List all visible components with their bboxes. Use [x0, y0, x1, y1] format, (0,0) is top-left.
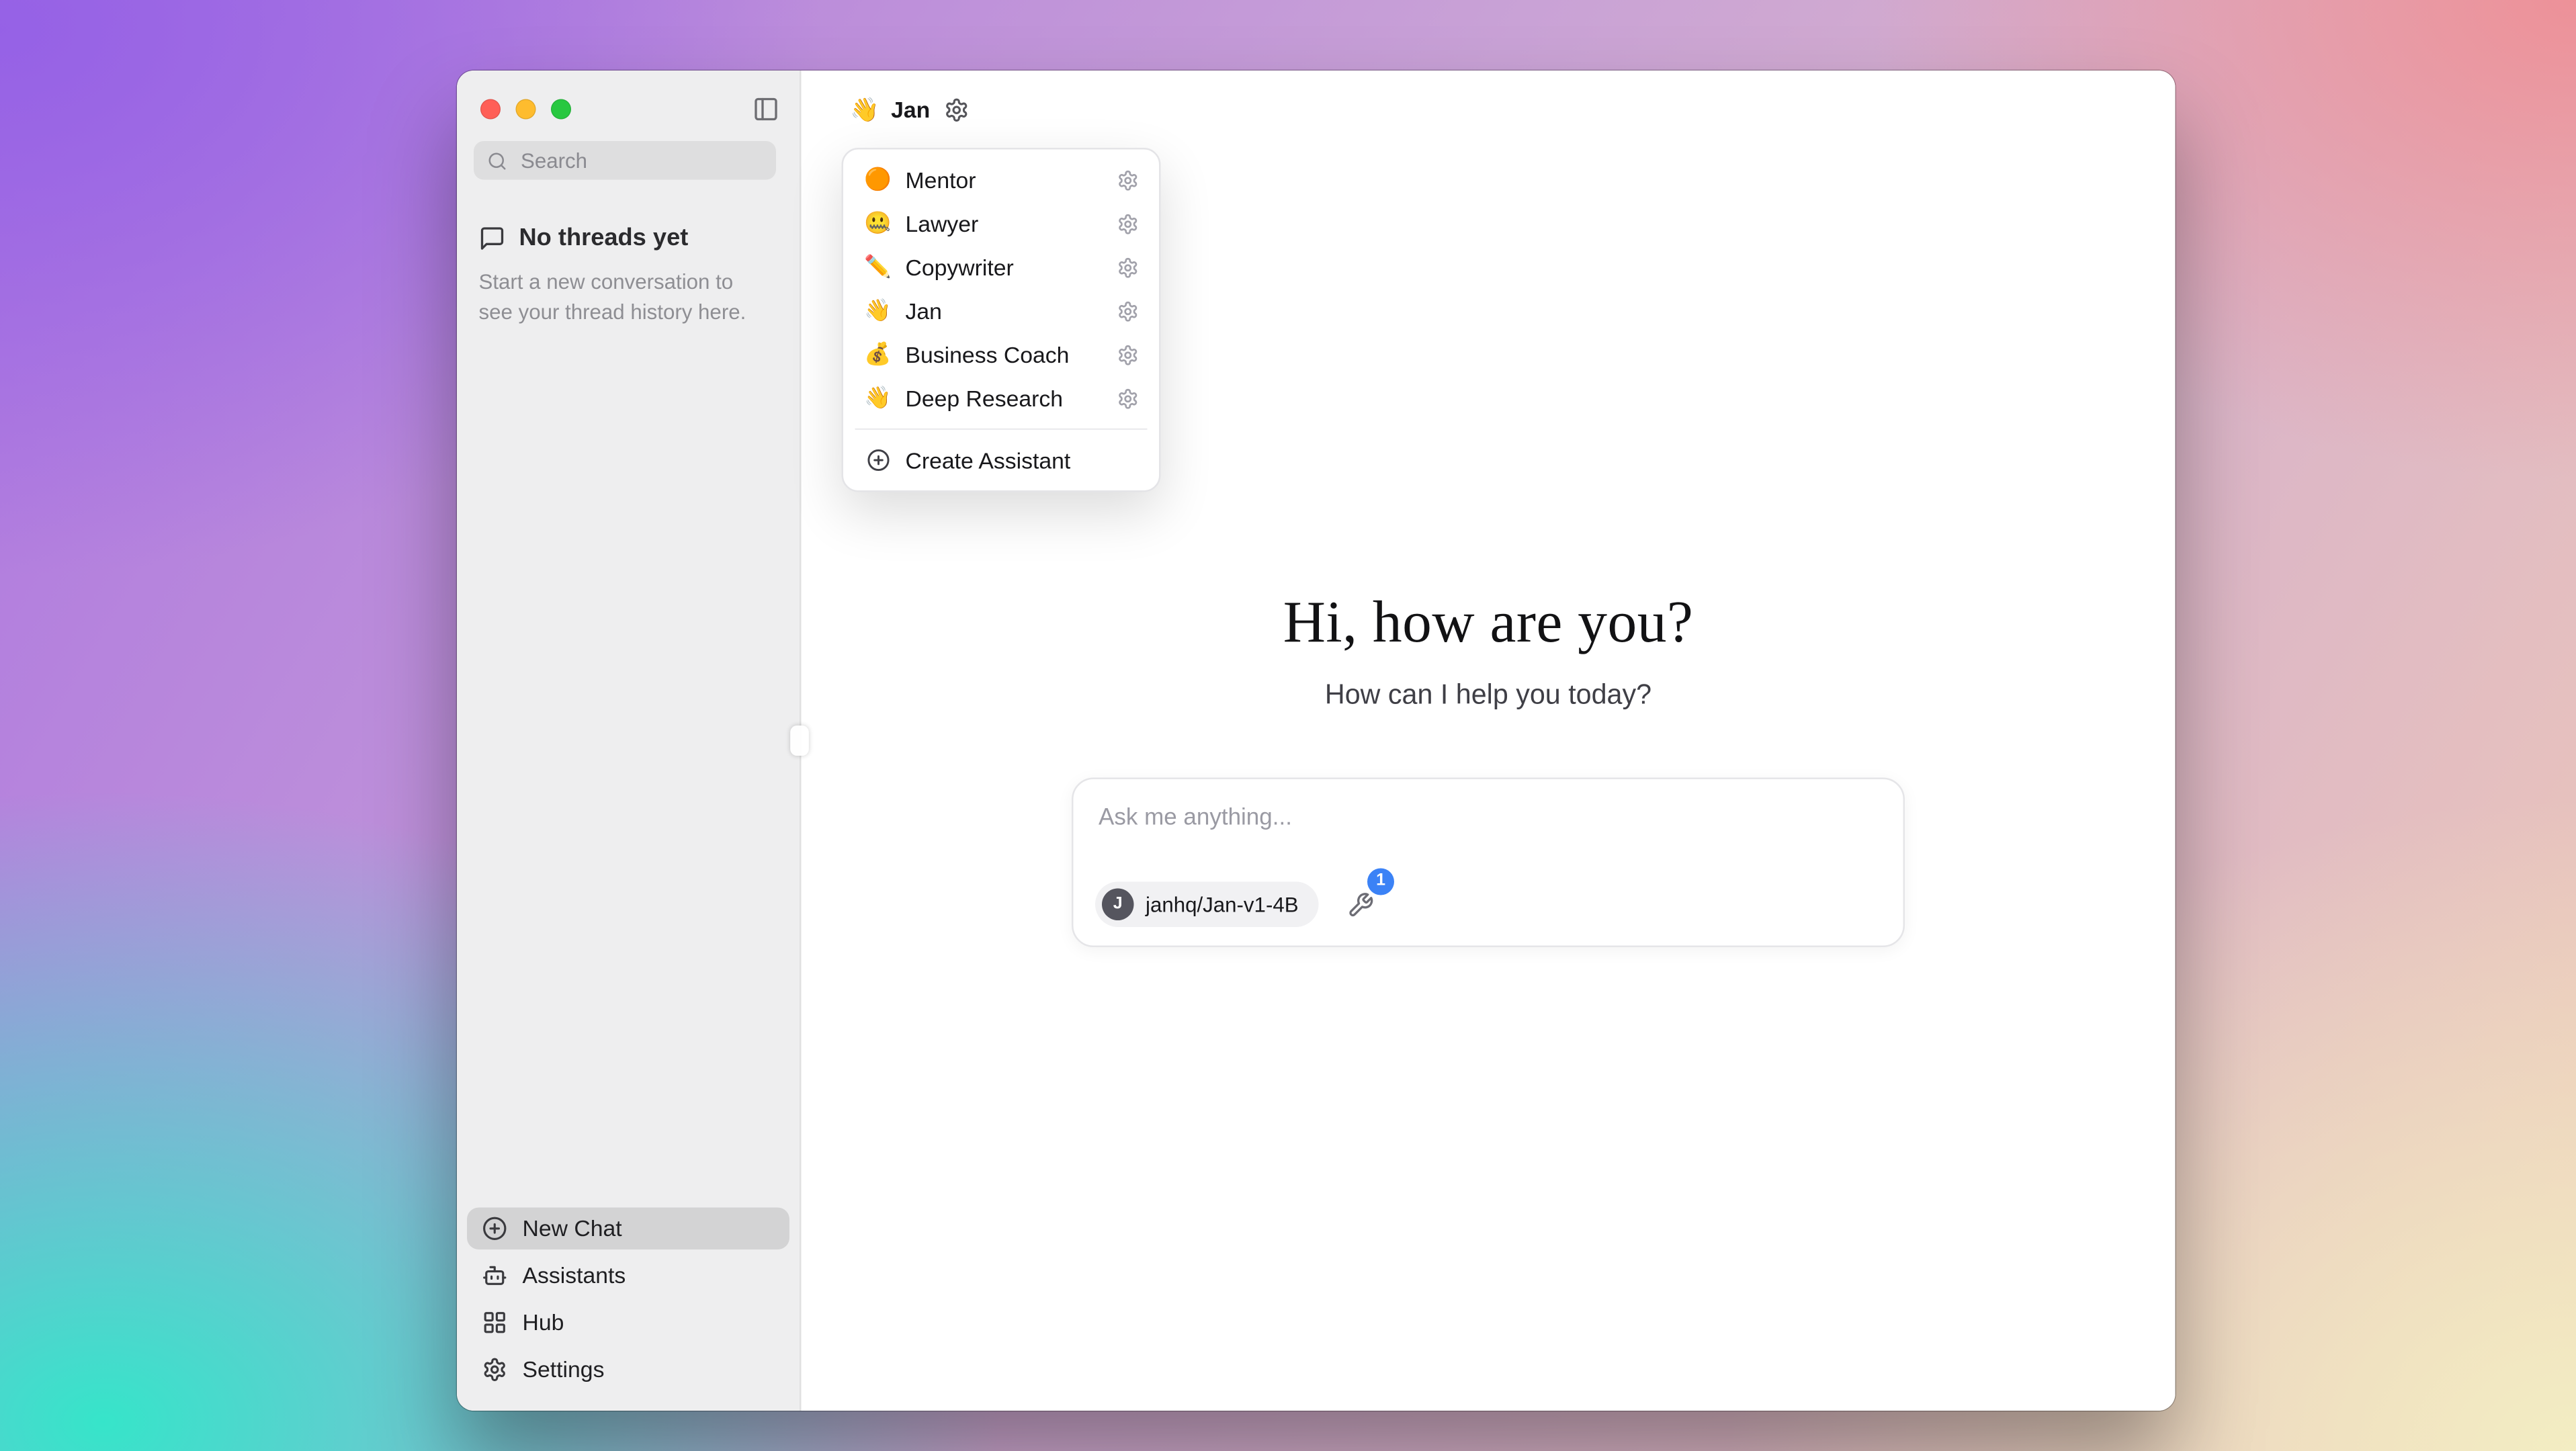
create-assistant-label: Create Assistant — [906, 447, 1140, 473]
nav-item-label: New Chat — [523, 1216, 622, 1241]
assistant-menu-item-mentor[interactable]: 🟠 Mentor — [852, 158, 1151, 202]
tools-button[interactable]: 1 — [1344, 887, 1377, 921]
assistant-item-label: Business Coach — [906, 342, 1104, 367]
assistant-item-label: Lawyer — [906, 211, 1104, 236]
assistant-menu-item-copywriter[interactable]: ✏️ Copywriter — [852, 245, 1151, 289]
assistant-name: Jan — [891, 97, 930, 122]
assistant-menu: 🟠 Mentor 🤐 Lawyer ✏️ Copywriter 👋 Jan — [842, 148, 1161, 492]
desktop-background: No threads yet Start a new conversation … — [0, 0, 2576, 1451]
app-window: No threads yet Start a new conversation … — [457, 71, 2176, 1411]
circle-plus-icon — [482, 1216, 508, 1241]
sidebar: No threads yet Start a new conversation … — [457, 71, 800, 1411]
bot-icon — [482, 1263, 508, 1288]
assistant-emoji: 👋 — [850, 95, 879, 124]
assistant-item-emoji: 👋 — [863, 385, 892, 412]
assistant-menu-item-lawyer[interactable]: 🤐 Lawyer — [852, 202, 1151, 245]
tools-count-badge: 1 — [1367, 867, 1394, 894]
model-selector[interactable]: J janhq/Jan-v1-4B — [1095, 882, 1319, 928]
sidebar-item-hub[interactable]: Hub — [467, 1302, 789, 1344]
sidebar-item-assistants[interactable]: Assistants — [467, 1255, 789, 1297]
assistant-item-gear-icon[interactable] — [1117, 212, 1140, 234]
close-button[interactable] — [480, 99, 501, 120]
gear-icon — [943, 97, 969, 122]
sidebar-nav: New Chat Assistants Hub Settings — [457, 1208, 800, 1411]
nav-item-label: Assistants — [523, 1263, 626, 1288]
menu-divider — [855, 429, 1148, 431]
sidebar-titlebar — [457, 71, 800, 141]
assistant-settings-button[interactable] — [943, 97, 969, 122]
threads-empty-state: No threads yet Start a new conversation … — [457, 180, 800, 328]
sidebar-toggle-button[interactable] — [753, 96, 779, 123]
search-box[interactable] — [474, 141, 776, 180]
assistant-item-emoji: 🟠 — [863, 167, 892, 193]
empty-state-title: No threads yet — [519, 225, 689, 252]
assistant-item-emoji: 🤐 — [863, 210, 892, 237]
assistant-item-gear-icon[interactable] — [1117, 256, 1140, 278]
assistant-item-gear-icon[interactable] — [1117, 343, 1140, 365]
minimize-button[interactable] — [516, 99, 536, 120]
model-avatar: J — [1102, 889, 1134, 921]
assistant-item-gear-icon[interactable] — [1117, 169, 1140, 191]
sidebar-item-settings[interactable]: Settings — [467, 1349, 789, 1391]
assistant-item-label: Mentor — [906, 167, 1104, 193]
panel-left-icon — [753, 96, 779, 123]
greeting: Hi, how are you? How can I help you toda… — [802, 590, 2176, 713]
grid-icon — [482, 1310, 508, 1335]
assistant-menu-item-jan[interactable]: 👋 Jan — [852, 289, 1151, 333]
window-controls — [480, 99, 571, 120]
sidebar-resize-handle[interactable] — [790, 726, 809, 756]
create-assistant-button[interactable]: Create Assistant — [852, 439, 1151, 482]
model-name: janhq/Jan-v1-4B — [1146, 893, 1299, 916]
greeting-subtitle: How can I help you today? — [802, 680, 2176, 713]
chat-header: 👋 Jan — [802, 71, 2176, 148]
nav-item-label: Settings — [523, 1357, 605, 1382]
composer-toolbar: J janhq/Jan-v1-4B 1 — [1095, 882, 1377, 928]
assistant-item-label: Jan — [906, 298, 1104, 324]
circle-plus-icon — [866, 449, 890, 472]
assistant-item-emoji: 💰 — [863, 341, 892, 368]
assistant-menu-item-business-coach[interactable]: 💰 Business Coach — [852, 333, 1151, 376]
message-square-icon — [479, 225, 506, 252]
assistant-selector-button[interactable]: 👋 Jan — [850, 95, 930, 124]
assistant-item-emoji: 👋 — [863, 298, 892, 324]
sidebar-item-new-chat[interactable]: New Chat — [467, 1208, 789, 1250]
wrench-icon — [1347, 891, 1374, 918]
gear-icon — [482, 1357, 508, 1382]
assistant-item-emoji: ✏️ — [863, 254, 892, 281]
assistant-menu-item-deep-research[interactable]: 👋 Deep Research — [852, 376, 1151, 420]
search-icon — [487, 150, 507, 171]
chat-input[interactable] — [1074, 779, 1903, 856]
composer: J janhq/Jan-v1-4B 1 — [1072, 778, 1905, 948]
chat-area: 👋 Jan 🟠 Mentor 🤐 Lawyer — [800, 71, 2176, 1411]
assistant-item-label: Copywriter — [906, 255, 1104, 280]
zoom-button[interactable] — [551, 99, 571, 120]
greeting-title: Hi, how are you? — [802, 590, 2176, 657]
assistant-item-gear-icon[interactable] — [1117, 300, 1140, 322]
assistant-item-gear-icon[interactable] — [1117, 387, 1140, 409]
empty-state-description: Start a new conversation to see your thr… — [479, 267, 773, 328]
assistant-item-label: Deep Research — [906, 386, 1104, 411]
nav-item-label: Hub — [523, 1310, 564, 1335]
search-input[interactable] — [517, 147, 763, 174]
